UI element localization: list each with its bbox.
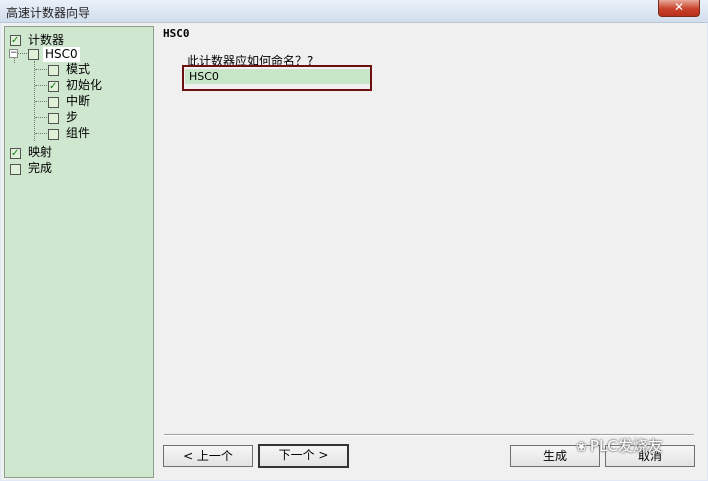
wizard-step-tree: 计数器 − HSC0 模式 初始化 中断 步 组件 映射: [4, 26, 154, 478]
window-title: 高速计数器向导: [6, 6, 91, 20]
tree-item-finish[interactable]: 完成: [9, 161, 149, 176]
tree-item-interrupt[interactable]: 中断: [47, 94, 147, 109]
tree-item-component[interactable]: 组件: [47, 126, 147, 141]
tree-item-step[interactable]: 步: [47, 110, 147, 125]
tree-item-label: 模式: [66, 62, 91, 76]
tree-connector: [35, 117, 47, 118]
checkbox-checked-icon: [10, 33, 21, 48]
tree-connector: [17, 53, 27, 54]
checkbox-icon: [10, 164, 21, 175]
checkbox-icon: [48, 113, 59, 124]
page-title: HSC0: [163, 27, 190, 40]
prev-button[interactable]: < 上一个: [163, 445, 253, 467]
tree-item-label: 初始化: [66, 78, 103, 92]
tree-connector: [35, 133, 47, 134]
tree-item-label: 完成: [28, 161, 53, 175]
checkbox-checked-icon: [10, 146, 21, 161]
checkbox-icon: [48, 65, 59, 76]
tree-item-label: 步: [66, 110, 79, 124]
highlight-annotation: [182, 65, 372, 91]
window-titlebar: 高速计数器向导 ✕: [0, 0, 708, 23]
wizard-client-area: 计数器 − HSC0 模式 初始化 中断 步 组件 映射: [1, 23, 707, 480]
close-icon: ✕: [673, 0, 685, 14]
tree-item-label: 中断: [66, 94, 91, 108]
tree-item-hsc0[interactable]: HSC0: [27, 46, 147, 62]
tree-item-label: HSC0: [43, 47, 80, 62]
tree-connector: [35, 69, 47, 70]
tree-connector: [35, 85, 47, 86]
checkbox-icon: [48, 129, 59, 140]
collapse-icon[interactable]: −: [9, 49, 18, 58]
tree-item-label: 组件: [66, 126, 91, 140]
next-button[interactable]: 下一个 >: [258, 444, 349, 468]
watermark-text: PLC发烧友: [589, 437, 663, 455]
checkbox-icon: [48, 97, 59, 108]
tree-item-init[interactable]: 初始化: [47, 78, 147, 94]
watermark: ❀ PLC发烧友: [576, 435, 663, 456]
close-button[interactable]: ✕: [658, 0, 700, 17]
checkbox-checked-icon: [48, 79, 59, 94]
tree-connector: [35, 101, 47, 102]
checkbox-icon: [28, 49, 39, 60]
tree-item-label: 映射: [28, 145, 53, 159]
tree-item-mode[interactable]: 模式: [47, 62, 147, 77]
tree-item-mapping[interactable]: 映射: [9, 145, 149, 161]
wechat-icon: ❀: [576, 440, 587, 455]
